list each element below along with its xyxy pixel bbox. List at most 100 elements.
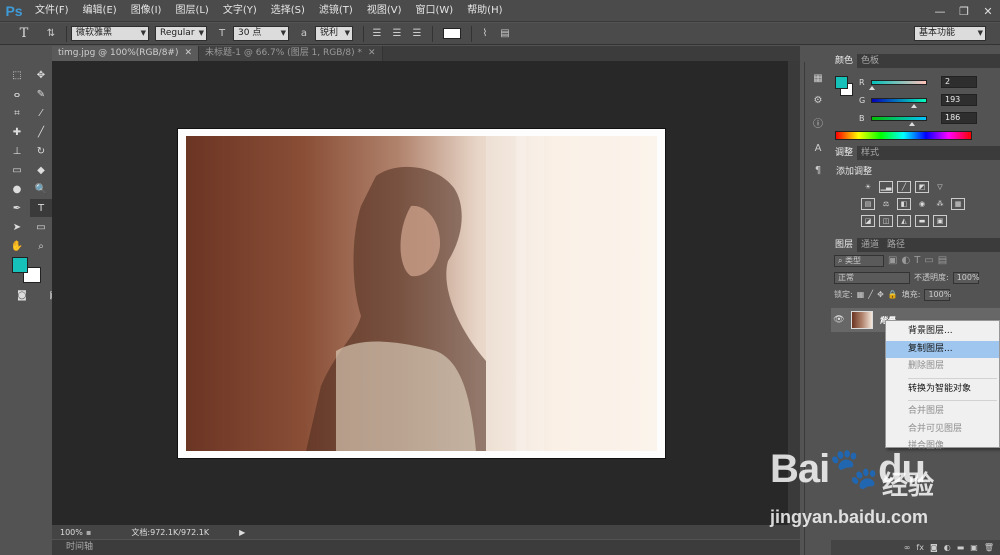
color-lookup-icon[interactable]: ▦ — [951, 198, 965, 210]
text-color-swatch[interactable] — [443, 28, 461, 39]
vibrance-icon[interactable]: ▽ — [933, 181, 947, 193]
tab-styles[interactable]: 样式 — [857, 146, 883, 160]
quick-mask-icon[interactable]: ◙ — [11, 286, 33, 304]
pen-icon[interactable]: ✒ — [6, 199, 28, 217]
workspace-select[interactable]: 基本功能 ▼ — [914, 26, 986, 41]
opacity-input[interactable]: 100% — [952, 271, 980, 284]
gradient-map-icon[interactable]: ▬ — [915, 215, 929, 227]
warp-text-icon[interactable]: ⌇ — [476, 25, 494, 43]
lock-all-icon[interactable]: 🔒 — [888, 290, 898, 299]
new-adjustment-icon[interactable]: ◐ — [944, 543, 951, 552]
menu-image[interactable]: 图像(I) — [124, 0, 169, 22]
bucket-icon[interactable]: ◆ — [30, 161, 52, 179]
menu-file[interactable]: 文件(F) — [28, 0, 76, 22]
filter-smart-icon[interactable]: ▤ — [938, 255, 947, 266]
close-button[interactable]: ✕ — [976, 0, 1000, 22]
path-select-icon[interactable]: ➤ — [6, 218, 28, 236]
tab-paths[interactable]: 路径 — [883, 238, 909, 252]
menu-item-duplicate-layer[interactable]: 复制图层... — [886, 340, 999, 358]
properties-icon[interactable]: ⚙ — [805, 90, 831, 110]
minimize-button[interactable]: — — [928, 0, 952, 22]
channel-mixer-icon[interactable]: ⁂ — [933, 198, 947, 210]
history-icon[interactable]: ▦ — [805, 68, 831, 88]
document-canvas[interactable] — [178, 129, 665, 458]
slider-thumb[interactable] — [911, 103, 917, 108]
move-icon[interactable]: ✥ — [30, 66, 52, 84]
lock-transparency-icon[interactable]: ▦ — [857, 290, 865, 299]
menu-item-merge-visible[interactable]: 合并可见图层 — [886, 421, 999, 439]
menu-window[interactable]: 窗口(W) — [408, 0, 460, 22]
layer-filter-kind-select[interactable]: ⌕ 类型 — [834, 254, 884, 267]
new-layer-icon[interactable]: ▣ — [970, 543, 978, 552]
slider-thumb[interactable] — [869, 85, 875, 90]
slider-b-track[interactable] — [871, 115, 927, 126]
tab-adjustments[interactable]: 调整 — [831, 146, 858, 160]
menu-item-convert-smart-object[interactable]: 转换为智能对象 — [886, 381, 999, 399]
crop-icon[interactable]: ⌗ — [6, 104, 28, 122]
paragraph-icon[interactable]: ¶ — [805, 160, 831, 180]
font-family-select[interactable]: 微软雅黑 ▼ — [71, 26, 149, 41]
tab-color[interactable]: 颜色 — [831, 54, 858, 68]
zoom-level[interactable]: 100% — [52, 528, 86, 537]
menu-view[interactable]: 视图(V) — [360, 0, 409, 22]
photo-filter-icon[interactable]: ◉ — [915, 198, 929, 210]
history-brush-icon[interactable]: ↻ — [30, 142, 52, 160]
align-right-icon[interactable]: ☰ — [408, 25, 426, 43]
menu-item-background-layer[interactable]: 背景图层... — [886, 323, 999, 341]
menu-type[interactable]: 文字(Y) — [216, 0, 264, 22]
menu-help[interactable]: 帮助(H) — [460, 0, 509, 22]
hand-icon[interactable]: ✋ — [6, 237, 28, 255]
close-icon[interactable]: ✕ — [368, 46, 376, 61]
hue-saturation-icon[interactable]: ▤ — [861, 198, 875, 210]
blur-icon[interactable]: ● — [6, 180, 28, 198]
shape-icon[interactable]: ▭ — [30, 218, 52, 236]
eyedropper-icon[interactable]: ⁄ — [30, 104, 52, 122]
type-icon[interactable]: T — [30, 199, 52, 217]
quick-select-icon[interactable]: ✎ — [30, 85, 52, 103]
timeline-panel-tab[interactable]: 时间轴 — [52, 540, 800, 555]
status-info-icon[interactable]: ▪ — [86, 528, 91, 537]
healing-icon[interactable]: ✚ — [6, 123, 28, 141]
slider-g-value[interactable]: 193 — [941, 94, 977, 106]
threshold-icon[interactable]: ◭ — [897, 215, 911, 227]
font-size-select[interactable]: 30 点 ▼ — [233, 26, 289, 41]
filter-shape-icon[interactable]: ▭ — [924, 255, 933, 266]
eraser-icon[interactable]: ▭ — [6, 161, 28, 179]
align-center-icon[interactable]: ☰ — [388, 25, 406, 43]
tab-layers[interactable]: 图层 — [831, 238, 858, 252]
slider-g-track[interactable] — [871, 97, 927, 108]
link-layers-icon[interactable]: ∞ — [904, 543, 911, 552]
levels-icon[interactable]: ▁▃ — [879, 181, 893, 193]
curves-icon[interactable]: ╱ — [897, 181, 911, 193]
invert-icon[interactable]: ◪ — [861, 215, 875, 227]
slider-b-value[interactable]: 186 — [941, 112, 977, 124]
tab-swatches[interactable]: 色板 — [857, 54, 883, 68]
selective-color-icon[interactable]: ▣ — [933, 215, 947, 227]
anti-alias-select[interactable]: 锐利 ▼ — [315, 26, 353, 41]
info-icon[interactable]: ⓘ — [805, 112, 831, 132]
slider-thumb[interactable] — [909, 121, 915, 126]
marquee-icon[interactable]: ⬚ — [6, 66, 28, 84]
character-panel-icon[interactable]: ▤ — [496, 25, 514, 43]
slider-r-track[interactable] — [869, 79, 927, 90]
brush-icon[interactable]: ╱ — [30, 123, 52, 141]
color-spectrum[interactable] — [835, 131, 972, 140]
tab-channels[interactable]: 通道 — [857, 238, 883, 252]
character-icon[interactable]: A — [805, 138, 831, 158]
status-arrow-icon[interactable]: ▶ — [239, 528, 245, 537]
filter-pixel-icon[interactable]: ▣ — [888, 255, 897, 266]
eye-icon[interactable]: 👁 — [831, 315, 847, 325]
type-tool-preset-icon[interactable]: T — [6, 25, 42, 43]
restore-button[interactable]: ❐ — [952, 0, 976, 22]
new-group-icon[interactable]: ▬ — [957, 543, 965, 552]
orientation-toggle-icon[interactable]: ⇅ — [42, 25, 60, 43]
menu-select[interactable]: 选择(S) — [264, 0, 312, 22]
lock-paint-icon[interactable]: ╱ — [868, 290, 873, 299]
menu-filter[interactable]: 滤镜(T) — [312, 0, 360, 22]
menu-item-delete-layer[interactable]: 删除图层 — [886, 358, 999, 376]
tab-untitled[interactable]: 未标题-1 @ 66.7% (图层 1, RGB/8) * ✕ — [199, 46, 383, 61]
slider-r-value[interactable]: 2 — [941, 76, 977, 88]
filter-adjustment-icon[interactable]: ◐ — [901, 255, 910, 266]
menu-item-merge-layers[interactable]: 合并图层 — [886, 403, 999, 421]
trash-icon[interactable]: 🗑 — [984, 543, 994, 552]
